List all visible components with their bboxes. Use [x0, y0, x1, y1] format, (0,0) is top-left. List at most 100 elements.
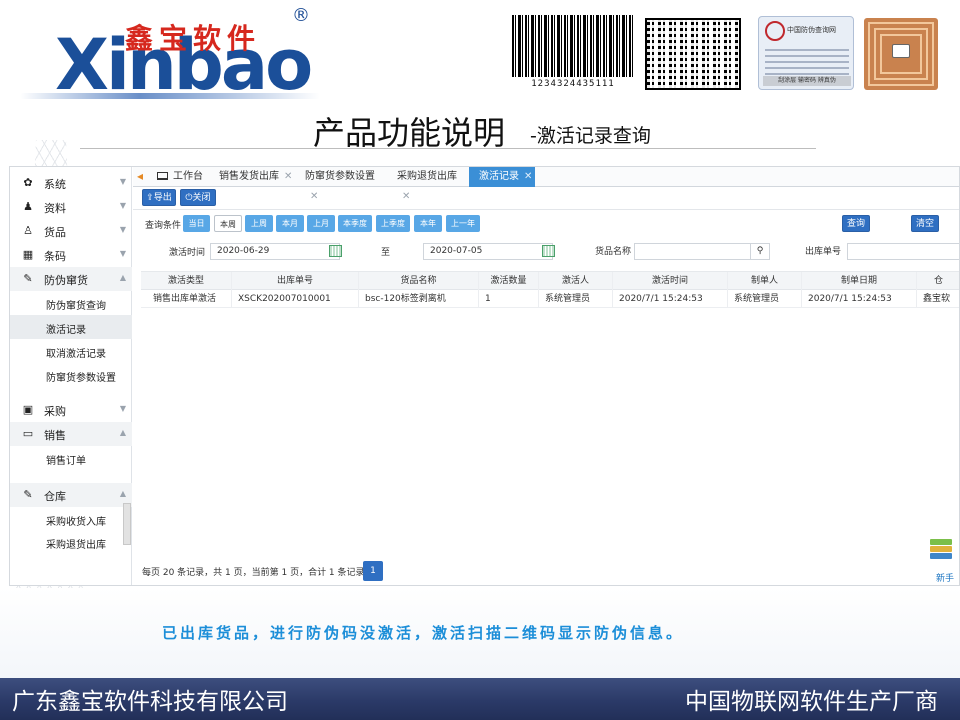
monitor-icon	[157, 172, 168, 180]
tab-label: 工作台	[173, 171, 203, 182]
book-green	[930, 539, 952, 545]
sidebar-item-barcode[interactable]: ▦ 条码 ▼	[10, 243, 132, 267]
sidebar-sub-purchase-return[interactable]: 采购退货出库	[10, 530, 132, 554]
close-icon[interactable]: ✕	[402, 191, 410, 202]
sidebar-item-goods[interactable]: ♙ 货品 ▼	[10, 219, 132, 243]
table-row[interactable]: 销售出库单激活 XSCK202007010001 bsc-120标签剥离机 1 …	[141, 290, 959, 308]
chevron-down-icon: ▼	[119, 249, 126, 258]
power-icon: ⏻	[185, 193, 193, 203]
chip-last-year[interactable]: 上一年	[446, 215, 480, 232]
close-icon[interactable]: ✕	[524, 171, 532, 182]
arrow-left-icon[interactable]: ◂	[137, 169, 143, 183]
clear-button[interactable]: 清空	[911, 215, 939, 232]
sidebar-sub-purchase-receipt[interactable]: 采购收货入库	[10, 507, 132, 531]
table-cell: 鑫宝软	[917, 290, 959, 308]
sidebar-item-anti-fake[interactable]: ✎ 防伪窜货 ▲	[10, 267, 132, 291]
records-table: 激活类型 出库单号 货品名称 激活数量 激活人 激活时间 制单人 制单日期 仓 …	[141, 271, 959, 308]
table-cell: 1	[479, 290, 539, 308]
table-cell: bsc-120标签剥离机	[359, 290, 479, 308]
sidebar-sub-anti-fake-query[interactable]: 防伪窜货查询	[10, 291, 132, 315]
tab-activation-records[interactable]: 激活记录 ✕	[469, 167, 535, 187]
column-header[interactable]: 激活时间	[613, 272, 728, 290]
barcode-image: 1234324435111	[512, 15, 634, 91]
books-icon[interactable]	[928, 535, 954, 567]
table-header: 激活类型 出库单号 货品名称 激活数量 激活人 激活时间 制单人 制单日期 仓	[141, 272, 959, 290]
sidebar-sub-label: 防窜货参数设置	[46, 373, 116, 384]
sidebar-sub-label: 取消激活记录	[46, 349, 106, 360]
calendar-icon[interactable]	[329, 245, 342, 257]
outbound-no-label: 出库单号	[805, 247, 842, 257]
table-cell: XSCK202007010001	[232, 290, 359, 308]
column-header[interactable]: 激活数量	[479, 272, 539, 290]
app-window: ✿ 系统 ▼ ♟ 资料 ▼ ♙ 货品 ▼ ▦ 条码 ▼ ✎ 防伪窜货 ▲ 防伪窜…	[9, 166, 960, 586]
search-icon[interactable]: ⚲	[750, 243, 770, 260]
outbound-no-input[interactable]	[847, 243, 959, 260]
edit-icon: ✎	[23, 488, 33, 501]
tab-anti-fake-settings[interactable]: 防窜货参数设置 ✕	[295, 167, 387, 202]
edit-icon: ✎	[23, 272, 33, 285]
sidebar-sub-label: 防伪窜货查询	[46, 301, 106, 312]
calendar-icon[interactable]	[542, 245, 555, 257]
sidebar-item-label: 仓库	[44, 490, 66, 503]
sidebar-item-system[interactable]: ✿ 系统 ▼	[10, 171, 132, 195]
toolbar-divider	[133, 209, 959, 210]
chip-this-week[interactable]: 本周	[214, 215, 242, 232]
tab-label: 防窜货参数设置	[305, 171, 375, 182]
chip-last-month[interactable]: 上月	[307, 215, 335, 232]
chip-last-week[interactable]: 上周	[245, 215, 273, 232]
close-button[interactable]: ⏻关闭	[180, 189, 216, 206]
sidebar-item-label: 货品	[44, 226, 66, 239]
sidebar-sub-cancel-activation[interactable]: 取消激活记录	[10, 339, 132, 363]
table-cell: 系统管理员	[728, 290, 802, 308]
sidebar-sub-label: 激活记录	[46, 325, 86, 336]
chip-today[interactable]: 当日	[183, 215, 210, 232]
tab-sales-shipment[interactable]: 销售发货出库 ✕	[209, 167, 297, 187]
column-header[interactable]: 激活人	[539, 272, 613, 290]
close-icon[interactable]: ✕	[284, 171, 292, 182]
date-from-input[interactable]: 2020-06-29	[210, 243, 340, 260]
slide-subtitle: -激活记录查询	[530, 125, 651, 147]
tab-workbench[interactable]: 工作台	[147, 167, 209, 187]
column-header[interactable]: 货品名称	[359, 272, 479, 290]
rfid-tag-image	[864, 18, 938, 90]
page-number-button[interactable]: 1	[363, 561, 383, 581]
sidebar-sub-label: 销售订单	[46, 456, 86, 467]
date-to-input[interactable]: 2020-07-05	[423, 243, 553, 260]
close-icon[interactable]: ✕	[310, 191, 318, 202]
tab-label: 激活记录	[479, 171, 519, 182]
column-header[interactable]: 仓	[917, 272, 959, 290]
column-header[interactable]: 制单日期	[802, 272, 917, 290]
chip-last-quarter[interactable]: 上季度	[376, 215, 410, 232]
sidebar-sub-anti-fake-settings[interactable]: 防窜货参数设置	[10, 363, 132, 387]
chip-this-year[interactable]: 本年	[414, 215, 442, 232]
search-button[interactable]: 查询	[842, 215, 870, 232]
chevron-down-icon: ▼	[119, 201, 126, 210]
sidebar-sub-label: 采购退货出库	[46, 540, 106, 551]
close-label: 关闭	[192, 193, 211, 203]
sidebar-scrollbar[interactable]	[123, 503, 131, 545]
sidebar-item-data[interactable]: ♟ 资料 ▼	[10, 195, 132, 219]
column-header[interactable]: 制单人	[728, 272, 802, 290]
sidebar-item-label: 资料	[44, 202, 66, 215]
beginner-link[interactable]: 新手	[936, 571, 954, 584]
column-header[interactable]: 出库单号	[232, 272, 359, 290]
tab-label: 采购退货出库	[397, 171, 457, 182]
sidebar-sub-sales-order[interactable]: 销售订单	[10, 446, 132, 470]
sidebar-item-sales[interactable]: ▭ 销售 ▲	[10, 422, 132, 446]
chip-this-month[interactable]: 本月	[276, 215, 304, 232]
column-header[interactable]: 激活类型	[141, 272, 232, 290]
sidebar-item-purchase[interactable]: ▣ 采购 ▼	[10, 398, 132, 422]
goods-name-input[interactable]	[634, 243, 752, 260]
sidebar-sub-label: 采购收货入库	[46, 517, 106, 528]
sidebar-item-warehouse[interactable]: ✎ 仓库 ▲	[10, 483, 132, 507]
user-icon: ♟	[23, 200, 33, 213]
sidebar-sub-activation-records[interactable]: 激活记录	[10, 315, 132, 339]
label-footer: 刮涂层 输密码 辨真伪	[763, 76, 851, 86]
tab-label: 销售发货出库	[219, 171, 279, 182]
tab-purchase-return[interactable]: 采购退货出库 ✕	[387, 167, 469, 202]
chevron-up-icon: ▲	[119, 273, 126, 282]
person-icon: ♙	[23, 224, 33, 237]
chip-this-quarter[interactable]: 本季度	[338, 215, 372, 232]
export-button[interactable]: ⇪导出	[142, 189, 176, 206]
company-name: 广东鑫宝软件科技有限公司	[12, 689, 288, 715]
